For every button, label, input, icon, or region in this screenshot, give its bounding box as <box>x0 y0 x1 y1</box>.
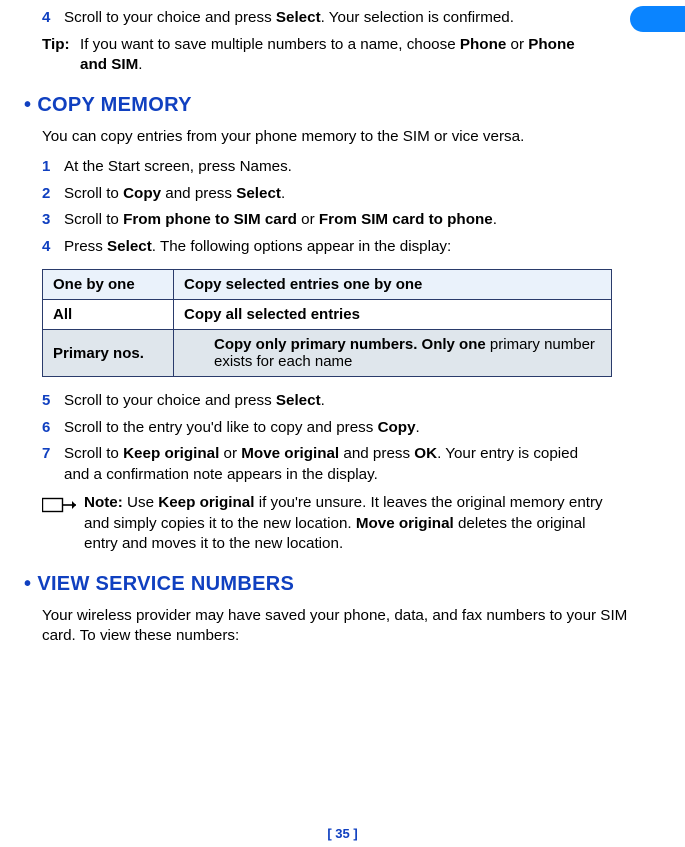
step-number: 5 <box>42 391 64 411</box>
option-name: Primary nos. <box>43 330 174 377</box>
text: . <box>321 392 325 409</box>
step-text: Scroll to From phone to SIM card or From… <box>64 210 602 231</box>
text-bold: Keep original <box>158 494 254 511</box>
section-heading-copy-memory: COPY MEMORY <box>24 94 661 117</box>
text-bold: Move original <box>356 515 454 532</box>
step-number: 1 <box>42 157 64 177</box>
text: Use <box>123 494 158 511</box>
step-text: Scroll to your choice and press Select. <box>64 391 602 412</box>
text: If you want to save multiple numbers to … <box>80 36 460 53</box>
step-number: 2 <box>42 184 64 204</box>
text: Scroll to the entry you'd like to copy a… <box>64 419 378 436</box>
text: . <box>416 419 420 436</box>
text-bold: Select <box>276 9 321 26</box>
text: . <box>138 56 142 73</box>
text: Scroll to your choice and press <box>64 9 276 26</box>
step-text: Scroll to your choice and press Select. … <box>64 8 602 29</box>
step-number: 3 <box>42 210 64 230</box>
text: Press <box>64 238 107 255</box>
step-number: 4 <box>42 8 64 28</box>
text-bold: Keep original <box>123 445 219 462</box>
text-bold: Copy selected entries one by one <box>184 276 422 293</box>
text: or <box>219 445 241 462</box>
text: and press <box>161 185 236 202</box>
page-number: [ 35 ] <box>0 826 685 841</box>
note-icon <box>42 495 84 519</box>
text: . <box>281 185 285 202</box>
tip: Tip: If you want to save multiple number… <box>42 35 602 76</box>
list-item: 4 Press Select. The following options ap… <box>42 237 602 258</box>
text-bold: Copy all selected entries <box>184 306 360 323</box>
option-name: One by one <box>43 270 174 300</box>
text: or <box>297 211 319 228</box>
list-item: 5 Scroll to your choice and press Select… <box>42 391 602 412</box>
table-row: One by one Copy selected entries one by … <box>43 270 612 300</box>
text: . <box>493 211 497 228</box>
text: Scroll to your choice and press <box>64 392 276 409</box>
step-text: At the Start screen, press Names. <box>64 157 602 178</box>
text-bold: Select <box>107 238 152 255</box>
text: Scroll to <box>64 185 123 202</box>
text: . The following options appear in the di… <box>152 238 451 255</box>
text-bold: From phone to SIM card <box>123 211 297 228</box>
tip-body: If you want to save multiple numbers to … <box>80 35 602 76</box>
table-row: Primary nos. Copy only primary numbers. … <box>43 330 612 377</box>
text: Scroll to <box>64 211 123 228</box>
tip-label: Tip: <box>42 35 80 56</box>
option-desc: Copy all selected entries <box>174 300 612 330</box>
list-item: 7 Scroll to Keep original or Move origin… <box>42 444 602 485</box>
intro-text: You can copy entries from your phone mem… <box>42 127 632 148</box>
note: Note: Use Keep original if you're unsure… <box>42 493 612 555</box>
text-bold: Copy <box>378 419 416 436</box>
option-desc: Copy only primary numbers. Only one prim… <box>174 330 612 377</box>
list-item: 2 Scroll to Copy and press Select. <box>42 184 602 205</box>
text: . Your selection is confirmed. <box>321 9 514 26</box>
step-text: Scroll to Copy and press Select. <box>64 184 602 205</box>
text: or <box>506 36 528 53</box>
table-row: All Copy all selected entries <box>43 300 612 330</box>
text-bold: Phone <box>460 36 506 53</box>
step-text: Press Select. The following options appe… <box>64 237 602 258</box>
step-text: Scroll to the entry you'd like to copy a… <box>64 418 602 439</box>
list-item: 6 Scroll to the entry you'd like to copy… <box>42 418 602 439</box>
text: and press <box>339 445 414 462</box>
note-body: Note: Use Keep original if you're unsure… <box>84 493 612 555</box>
options-table: One by one Copy selected entries one by … <box>42 269 612 377</box>
text: Scroll to <box>64 445 123 462</box>
option-name: All <box>43 300 174 330</box>
step-number: 4 <box>42 237 64 257</box>
text-bold: Move original <box>241 445 339 462</box>
list-item: 1 At the Start screen, press Names. <box>42 157 602 178</box>
text-bold: Copy <box>123 185 161 202</box>
step-text: Scroll to Keep original or Move original… <box>64 444 602 485</box>
text-bold: OK <box>414 445 437 462</box>
intro-text: Your wireless provider may have saved yo… <box>42 606 632 647</box>
step-number: 6 <box>42 418 64 438</box>
section-heading-view-service-numbers: VIEW SERVICE NUMBERS <box>24 573 661 596</box>
text-bold: Select <box>236 185 281 202</box>
step-number: 7 <box>42 444 64 464</box>
text-bold: From SIM card to phone <box>319 211 493 228</box>
text-bold: Select <box>276 392 321 409</box>
page: 4 Scroll to your choice and press Select… <box>0 0 685 847</box>
text-bold: Copy only primary numbers. Only one <box>214 336 486 353</box>
text-bold: Note: <box>84 494 123 511</box>
list-item: 3 Scroll to From phone to SIM card or Fr… <box>42 210 602 231</box>
list-item: 4 Scroll to your choice and press Select… <box>42 8 602 29</box>
side-tab <box>630 6 685 32</box>
option-desc: Copy selected entries one by one <box>174 270 612 300</box>
